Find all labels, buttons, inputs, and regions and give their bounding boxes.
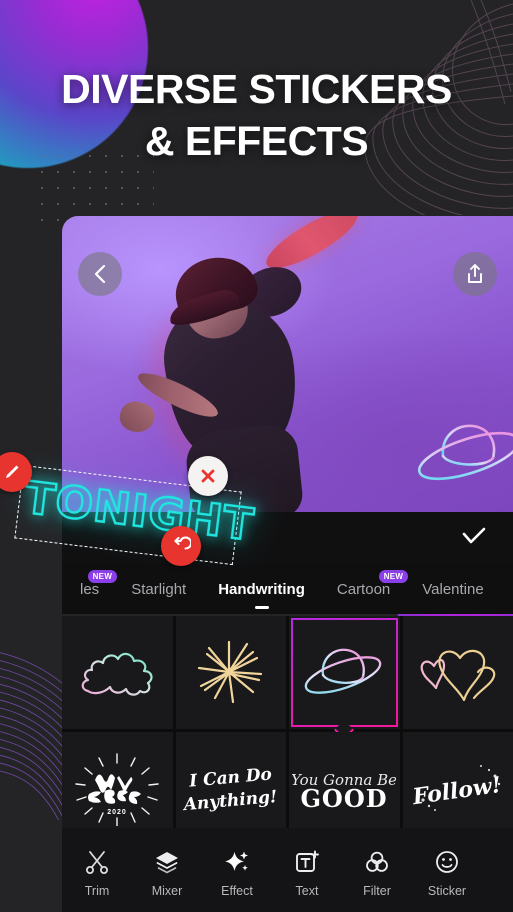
svg-text:GOOD: GOOD bbox=[301, 784, 388, 813]
sticker-category-tabs[interactable]: les NEW Starlight Handwriting Cartoon NE… bbox=[62, 564, 513, 614]
new-badge: NEW bbox=[378, 569, 409, 583]
text-add-icon bbox=[296, 850, 319, 872]
sticker-cell-hearts[interactable] bbox=[402, 616, 513, 729]
svg-text:Follow!: Follow! bbox=[411, 772, 503, 810]
rotate-undo-icon bbox=[174, 536, 191, 550]
back-button[interactable] bbox=[78, 252, 122, 296]
headline-line-1: DIVERSE STICKERS bbox=[61, 66, 452, 112]
cloud-doodle-sticker bbox=[81, 653, 153, 696]
tab-label: Handwriting bbox=[218, 580, 305, 598]
tab-valentine[interactable]: Valentine bbox=[406, 581, 499, 598]
promo-headline: DIVERSE STICKERS & EFFECTS bbox=[0, 63, 513, 167]
filter-circles-icon bbox=[366, 851, 388, 872]
new-badge: NEW bbox=[87, 569, 118, 583]
tab-cartoon[interactable]: Cartoon NEW bbox=[321, 569, 409, 598]
share-upload-icon bbox=[468, 264, 482, 283]
sticker-cell-cloud-doodle[interactable] bbox=[62, 616, 173, 729]
tool-label: Mixer bbox=[151, 883, 183, 898]
chevron-left-icon bbox=[94, 264, 106, 284]
tool-text[interactable]: Text bbox=[272, 849, 342, 898]
tab-handwriting[interactable]: Handwriting bbox=[202, 581, 321, 598]
confirm-button[interactable] bbox=[461, 526, 487, 551]
sticker-cell-planet[interactable] bbox=[289, 616, 400, 740]
tool-filter[interactable]: Filter bbox=[342, 849, 412, 898]
hearts-sticker bbox=[420, 650, 495, 702]
svg-text:Anything!: Anything! bbox=[181, 787, 278, 815]
tool-sticker[interactable]: Sticker bbox=[412, 849, 482, 898]
planet-sticker-on-video[interactable] bbox=[411, 412, 513, 490]
my-year-2020-sticker: 2020 bbox=[75, 753, 159, 826]
tool-mixer[interactable]: Mixer bbox=[132, 849, 202, 898]
tool-label: Effect bbox=[221, 883, 253, 898]
scissors-icon bbox=[86, 850, 108, 874]
tab-label: les bbox=[80, 580, 100, 598]
pencil-icon bbox=[6, 465, 19, 478]
share-button[interactable] bbox=[453, 252, 497, 296]
follow-sticker: Follow! bbox=[411, 764, 503, 811]
video-preview[interactable] bbox=[62, 216, 513, 512]
starburst-sticker bbox=[197, 641, 262, 704]
checkmark-icon bbox=[462, 527, 486, 543]
tab-label: Valentine bbox=[422, 580, 484, 598]
tab-styles[interactable]: les NEW bbox=[64, 569, 118, 598]
rotate-handle[interactable] bbox=[161, 526, 201, 566]
dancer-hand bbox=[116, 397, 158, 437]
bottom-toolbar[interactable]: Trim Mixer Effect Text Filter Sticker bbox=[62, 828, 513, 912]
tab-starlight[interactable]: Starlight bbox=[115, 581, 202, 598]
layers-icon bbox=[156, 851, 178, 873]
headline-line-2: & EFFECTS bbox=[144, 118, 369, 164]
sticker-grid[interactable]: 2020 I Can Do Anything! You Gonna Be GOO… bbox=[62, 616, 513, 844]
tool-label: Text bbox=[295, 883, 319, 898]
good-sticker: You Gonna Be GOOD bbox=[292, 771, 396, 813]
tab-label: Cartoon bbox=[336, 580, 391, 598]
tool-effect[interactable]: Effect bbox=[202, 849, 272, 898]
smiley-icon bbox=[436, 850, 458, 873]
tool-label: Trim bbox=[84, 883, 110, 898]
sticker-cell-starburst[interactable] bbox=[175, 616, 286, 729]
tool-label: Filter bbox=[363, 883, 391, 898]
sparkle-icon bbox=[225, 851, 248, 871]
svg-text:2020: 2020 bbox=[107, 809, 127, 816]
tab-label: Starlight bbox=[131, 580, 187, 598]
close-x-icon bbox=[201, 469, 215, 483]
app-screenshot-panel: TONIGHT les NEW Starlight Handwriting Ca… bbox=[0, 216, 513, 912]
planet-sticker bbox=[304, 648, 382, 695]
delete-handle[interactable] bbox=[188, 456, 228, 496]
tool-label: Sticker bbox=[427, 883, 467, 898]
text-sticker-selection[interactable]: TONIGHT bbox=[0, 452, 258, 566]
i-can-do-anything-sticker: I Can Do Anything! bbox=[181, 764, 278, 815]
tool-trim[interactable]: Trim bbox=[62, 849, 132, 898]
